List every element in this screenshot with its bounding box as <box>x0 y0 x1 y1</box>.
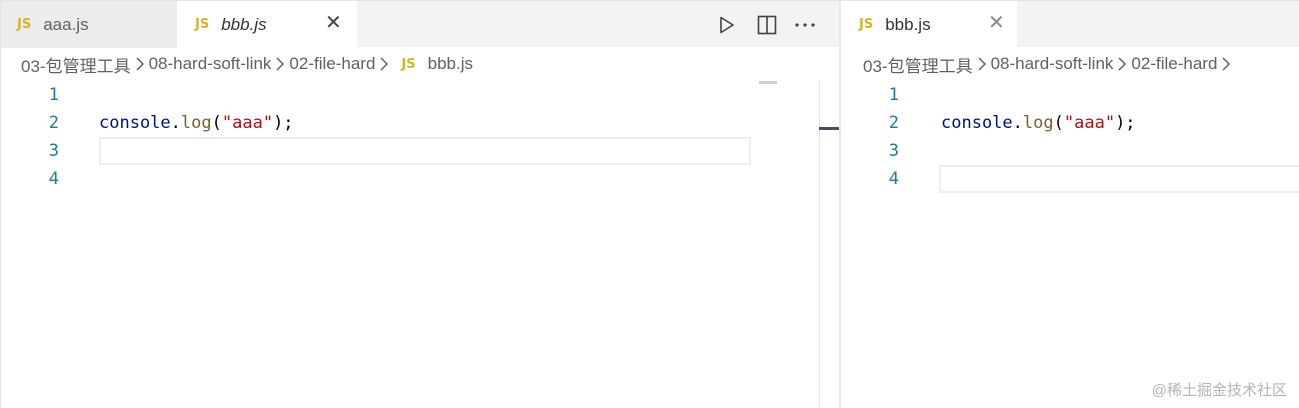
code-line[interactable]: 2 console.log("aaa"); <box>1 109 839 137</box>
js-file-icon: JS <box>401 56 416 72</box>
breadcrumb-folder[interactable]: 02-file-hard <box>289 54 375 74</box>
line-number: 4 <box>48 169 59 189</box>
breadcrumb-folder[interactable]: 08-hard-soft-link <box>991 54 1114 74</box>
js-file-icon: JS <box>195 17 210 32</box>
split-editor-icon[interactable] <box>754 12 780 38</box>
line-number: 2 <box>48 113 59 133</box>
code-token: ); <box>1115 113 1136 133</box>
code-line[interactable]: 3 <box>841 137 1299 165</box>
code-token: "aaa" <box>221 113 274 133</box>
code-text: console.log("aaa"); <box>99 113 294 133</box>
line-number: 2 <box>888 113 899 133</box>
line-number: 1 <box>888 85 899 105</box>
watermark: @稀土掘金技术社区 <box>1151 382 1287 399</box>
code-token: . <box>170 113 181 133</box>
code-token: "aaa" <box>1063 113 1116 133</box>
code-line[interactable]: 3 <box>1 137 839 165</box>
code-token: console <box>941 113 1013 133</box>
chevron-right-icon <box>135 56 145 72</box>
chevron-right-icon <box>1117 56 1127 72</box>
breadcrumb-folder[interactable]: 03-包管理工具 <box>863 52 973 77</box>
code-line[interactable]: 4 <box>1 165 839 193</box>
tab-bbb-js[interactable]: JS bbb.js ✕ <box>841 1 1017 48</box>
close-icon[interactable]: ✕ <box>325 13 342 33</box>
js-file-icon: JS <box>17 17 32 32</box>
code-editor[interactable]: 1 2 console.log("aaa"); 3 4 <box>841 81 1299 408</box>
code-token: console <box>99 113 171 133</box>
tab-aaa-js[interactable]: JS aaa.js <box>1 1 177 48</box>
left-tab-bar: JS aaa.js JS bbb.js ✕ <box>1 0 839 48</box>
breadcrumb: 03-包管理工具 08-hard-soft-link 02-file-hard … <box>21 47 473 81</box>
right-editor-group: JS bbb.js ✕ 03-包管理工具 08-hard-soft-link 0… <box>841 0 1299 408</box>
js-file-icon: JS <box>859 17 874 32</box>
run-icon[interactable] <box>713 12 739 38</box>
chevron-right-icon <box>1221 56 1231 72</box>
tab-bbb-js[interactable]: JS bbb.js ✕ <box>177 1 357 48</box>
chevron-right-icon <box>275 56 285 72</box>
breadcrumb-folder[interactable]: 03-包管理工具 <box>21 52 131 77</box>
chevron-right-icon <box>977 56 987 72</box>
line-number: 3 <box>888 141 899 161</box>
line-number: 1 <box>48 85 59 105</box>
breadcrumb-folder[interactable]: 08-hard-soft-link <box>149 54 272 74</box>
code-line[interactable]: 1 <box>841 81 1299 109</box>
close-icon[interactable]: ✕ <box>988 13 1005 33</box>
chevron-right-icon <box>379 56 389 72</box>
code-token: ( <box>211 113 222 133</box>
breadcrumb-file[interactable]: bbb.js <box>428 54 473 74</box>
code-line[interactable]: 1 <box>1 81 839 109</box>
tab-label: bbb.js <box>885 14 931 34</box>
code-token: log <box>1022 113 1054 133</box>
code-token: ); <box>273 113 294 133</box>
tab-label: bbb.js <box>221 14 267 34</box>
right-tab-bar: JS bbb.js ✕ <box>841 0 1299 48</box>
code-token: log <box>180 113 212 133</box>
more-actions-icon[interactable] <box>792 12 818 38</box>
code-token: . <box>1012 113 1023 133</box>
breadcrumb: 03-包管理工具 08-hard-soft-link 02-file-hard <box>863 47 1235 81</box>
code-line[interactable]: 2 console.log("aaa"); <box>841 109 1299 137</box>
editor-actions <box>713 1 818 48</box>
code-editor[interactable]: 1 2 console.log("aaa"); 3 4 <box>1 81 839 408</box>
tab-label: aaa.js <box>43 14 89 34</box>
code-text: console.log("aaa"); <box>941 113 1136 133</box>
line-number: 3 <box>48 141 59 161</box>
breadcrumb-folder[interactable]: 02-file-hard <box>1131 54 1217 74</box>
code-token: ( <box>1053 113 1064 133</box>
line-number: 4 <box>888 169 899 189</box>
left-editor-group: JS aaa.js JS bbb.js ✕ 03-包管理工具 08-hard-s… <box>0 0 839 408</box>
code-line[interactable]: 4 <box>841 165 1299 193</box>
